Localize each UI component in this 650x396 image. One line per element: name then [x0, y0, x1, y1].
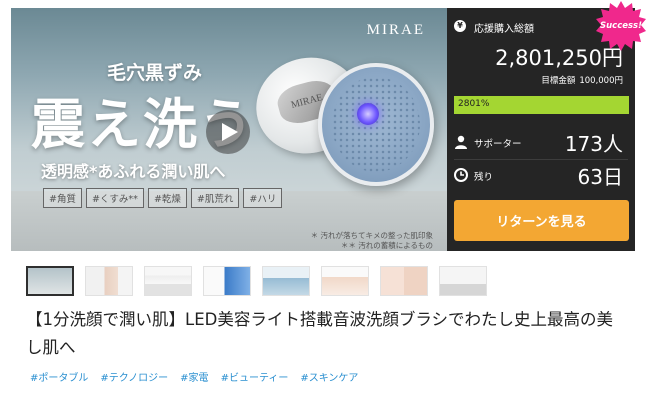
thumbnail-7[interactable]: [380, 266, 428, 296]
thumbnail-5[interactable]: [262, 266, 310, 296]
play-icon: [222, 123, 238, 141]
video-chip: #乾燥: [147, 188, 187, 208]
view-returns-button[interactable]: リターンを見る: [454, 200, 629, 241]
person-icon: [455, 135, 467, 149]
device-image: MIRAE: [245, 46, 434, 186]
device-led-light: [357, 103, 379, 125]
tag-link[interactable]: #ビューティー: [221, 369, 289, 384]
thumbnail-strip: [26, 266, 498, 296]
project-title: 【1分洗顔で潤い肌】LED美容ライト搭載音波洗顔ブラシでわたし史上最高の美し肌へ: [26, 310, 613, 357]
thumbnail-6[interactable]: [321, 266, 369, 296]
success-badge: Success!: [595, 0, 647, 52]
thumbnail-image: [28, 268, 72, 294]
thumbnail-image: [263, 267, 309, 295]
success-badge-label: Success!: [599, 21, 642, 31]
panel-divider: [454, 159, 628, 160]
video-keyword-chips: #角質 #くすみ** #乾燥 #肌荒れ #ハリ: [43, 188, 283, 208]
tag-link[interactable]: #スキンケア: [300, 369, 358, 384]
device-brush-head: [318, 63, 434, 186]
target-amount: 100,000円: [579, 76, 623, 86]
play-button[interactable]: [206, 110, 250, 154]
tag-list: #ポータブル #テクノロジー #家電 #ビューティー #スキンケア: [30, 369, 358, 384]
video-footnote: ＊＊ 汚れの蓄積によるもの: [340, 241, 433, 250]
thumbnail-3[interactable]: [144, 266, 192, 296]
video-chip: #角質: [43, 188, 82, 208]
yen-icon: ¥: [454, 20, 466, 32]
tag-link[interactable]: #家電: [180, 369, 208, 384]
total-label: 応援購入総額: [474, 24, 534, 35]
project-video[interactable]: MIRAE 毛穴黒ずみ 震え洗う MIRAE 透明感*あふれる潤い肌へ #角質 …: [11, 8, 447, 251]
video-chip: #くすみ**: [85, 188, 144, 208]
tag-link[interactable]: #ポータブル: [30, 369, 88, 384]
supporters-label: サポーター: [474, 139, 522, 150]
thumbnail-image: [440, 267, 486, 295]
thumbnail-8[interactable]: [439, 266, 487, 296]
thumbnail-image: [145, 267, 191, 295]
supporters-value: 173人: [564, 132, 623, 156]
video-brand-text: MIRAE: [366, 22, 425, 38]
thumbnail-image: [86, 267, 132, 295]
tag-link[interactable]: #テクノロジー: [100, 369, 168, 384]
remaining-value: 63日: [577, 165, 623, 189]
thumbnail-4[interactable]: [203, 266, 251, 296]
thumbnail-2[interactable]: [85, 266, 133, 296]
thumbnail-1[interactable]: [26, 266, 74, 296]
project-page: MIRAE 毛穴黒ずみ 震え洗う MIRAE 透明感*あふれる潤い肌へ #角質 …: [0, 0, 650, 396]
thumbnail-image: [381, 267, 427, 295]
remaining-label: 残り: [474, 172, 494, 183]
clock-icon: [454, 168, 468, 182]
video-chip: #ハリ: [243, 188, 283, 208]
target-label: 目標金額: [541, 76, 576, 86]
video-chip: #肌荒れ: [190, 188, 240, 208]
progress-bar: 2801%: [454, 96, 629, 114]
thumbnail-image: [322, 267, 368, 295]
thumbnail-image: [204, 267, 250, 295]
video-subtitle-bottom: 透明感*あふれる潤い肌へ: [41, 162, 226, 181]
target-amount-row: 目標金額 100,000円: [541, 74, 623, 86]
progress-percent: 2801%: [458, 99, 490, 109]
